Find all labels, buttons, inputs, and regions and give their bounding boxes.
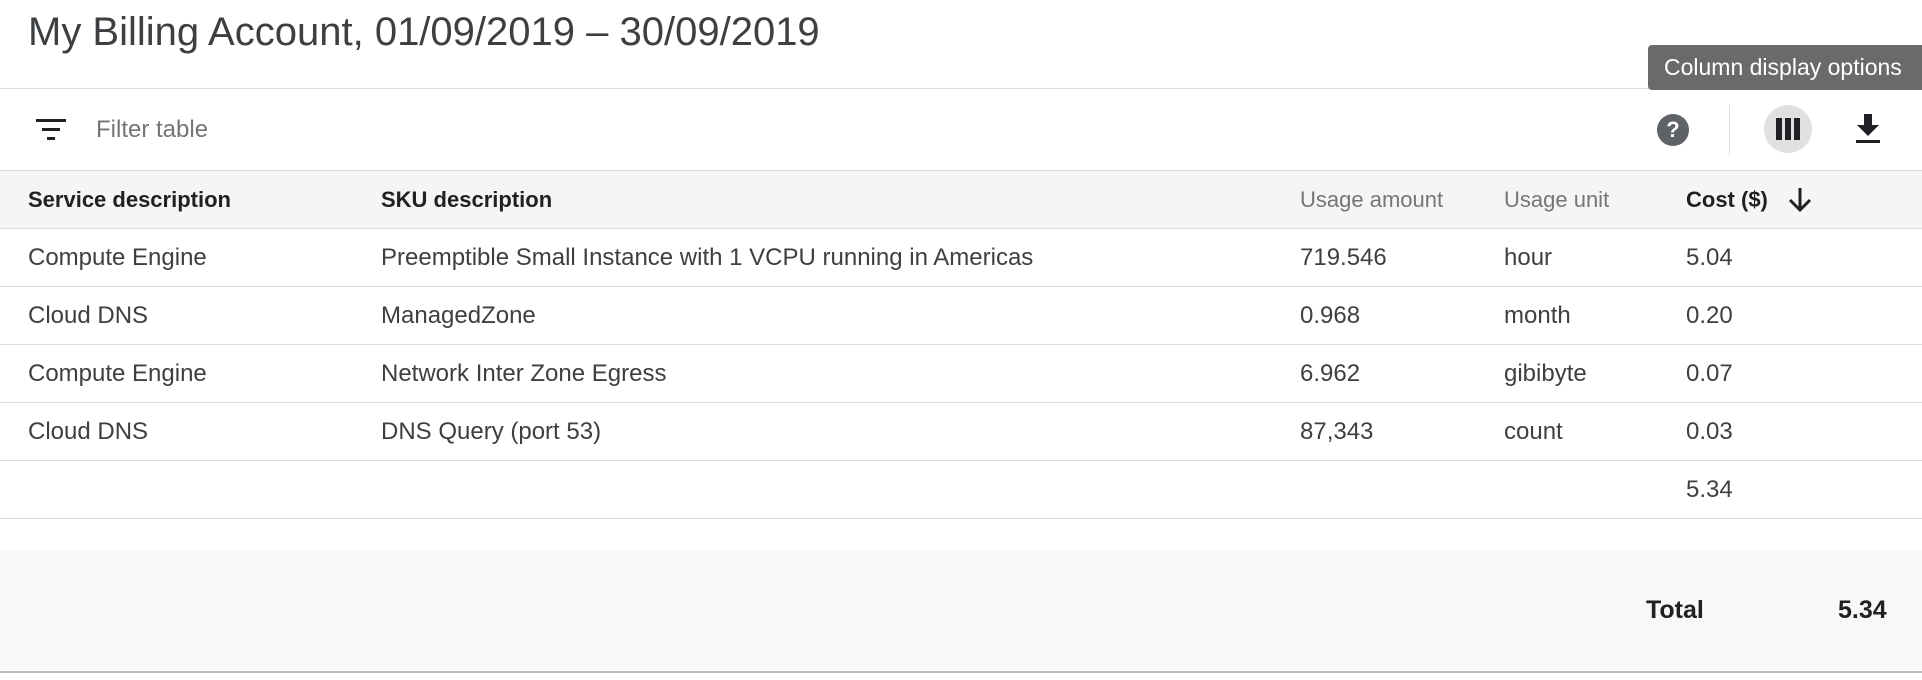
cell-cost: 0.07 <box>1686 359 1733 387</box>
column-header-cost[interactable]: Cost ($) <box>1686 171 1814 228</box>
cell-usage-amount: 87,343 <box>1300 417 1374 445</box>
column-display-options-button[interactable] <box>1764 105 1812 153</box>
help-icon[interactable]: ? <box>1657 114 1689 146</box>
cell-usage-unit: count <box>1504 417 1563 445</box>
help-glyph: ? <box>1666 117 1680 142</box>
cell-usage-amount: 719.546 <box>1300 243 1387 271</box>
table-row[interactable]: Cloud DNS DNS Query (port 53) 87,343 cou… <box>0 403 1922 461</box>
column-header-service[interactable]: Service description <box>28 171 231 228</box>
table-footer-spacer <box>0 519 1922 551</box>
cell-usage-amount: 6.962 <box>1300 359 1361 387</box>
total-value: 5.34 <box>1838 596 1887 624</box>
filter-table-input[interactable] <box>96 111 696 149</box>
column-options-tooltip: Column display options <box>1648 45 1922 90</box>
subtotal-cost: 5.34 <box>1686 475 1733 503</box>
cell-sku: Preemptible Small Instance with 1 VCPU r… <box>381 243 1034 271</box>
cell-usage-amount: 0.968 <box>1300 301 1361 329</box>
table-footer: Total 5.34 <box>0 551 1922 673</box>
cell-service: Compute Engine <box>28 359 207 387</box>
cell-usage-unit: month <box>1504 301 1571 329</box>
view-column-icon <box>1776 118 1800 140</box>
cell-sku: DNS Query (port 53) <box>381 417 602 445</box>
table-row[interactable]: Cloud DNS ManagedZone 0.968 month 0.20 <box>0 287 1922 345</box>
table-row[interactable]: Compute Engine Network Inter Zone Egress… <box>0 345 1922 403</box>
download-button[interactable] <box>1846 107 1890 151</box>
filter-list-icon[interactable] <box>36 119 66 141</box>
cell-sku: Network Inter Zone Egress <box>381 359 667 387</box>
column-header-usage-amount[interactable]: Usage amount <box>1300 171 1443 228</box>
table-row[interactable]: Compute Engine Preemptible Small Instanc… <box>0 229 1922 287</box>
toolbar-divider <box>1729 105 1730 155</box>
cell-service: Compute Engine <box>28 243 207 271</box>
column-header-sku[interactable]: SKU description <box>381 171 552 228</box>
cell-cost: 5.04 <box>1686 243 1733 271</box>
cell-sku: ManagedZone <box>381 301 536 329</box>
subtotal-row: 5.34 <box>0 461 1922 519</box>
cell-cost: 0.20 <box>1686 301 1733 329</box>
column-header-usage-unit[interactable]: Usage unit <box>1504 171 1609 228</box>
cell-usage-unit: hour <box>1504 243 1553 271</box>
download-icon <box>1856 114 1880 143</box>
table-toolbar: ? <box>0 89 1922 171</box>
total-label: Total <box>1646 596 1704 624</box>
cell-service: Cloud DNS <box>28 417 149 445</box>
cell-cost: 0.03 <box>1686 417 1733 445</box>
billing-table: Service description SKU description Usag… <box>0 171 1922 673</box>
arrow-down-icon[interactable] <box>1786 186 1814 214</box>
column-header-cost-label: Cost ($) <box>1686 186 1768 212</box>
cell-service: Cloud DNS <box>28 301 149 329</box>
page-title: My Billing Account, 01/09/2019 – 30/09/2… <box>28 10 820 54</box>
billing-report-page: My Billing Account, 01/09/2019 – 30/09/2… <box>0 0 1922 680</box>
cell-usage-unit: gibibyte <box>1504 359 1587 387</box>
table-header-row: Service description SKU description Usag… <box>0 171 1922 229</box>
